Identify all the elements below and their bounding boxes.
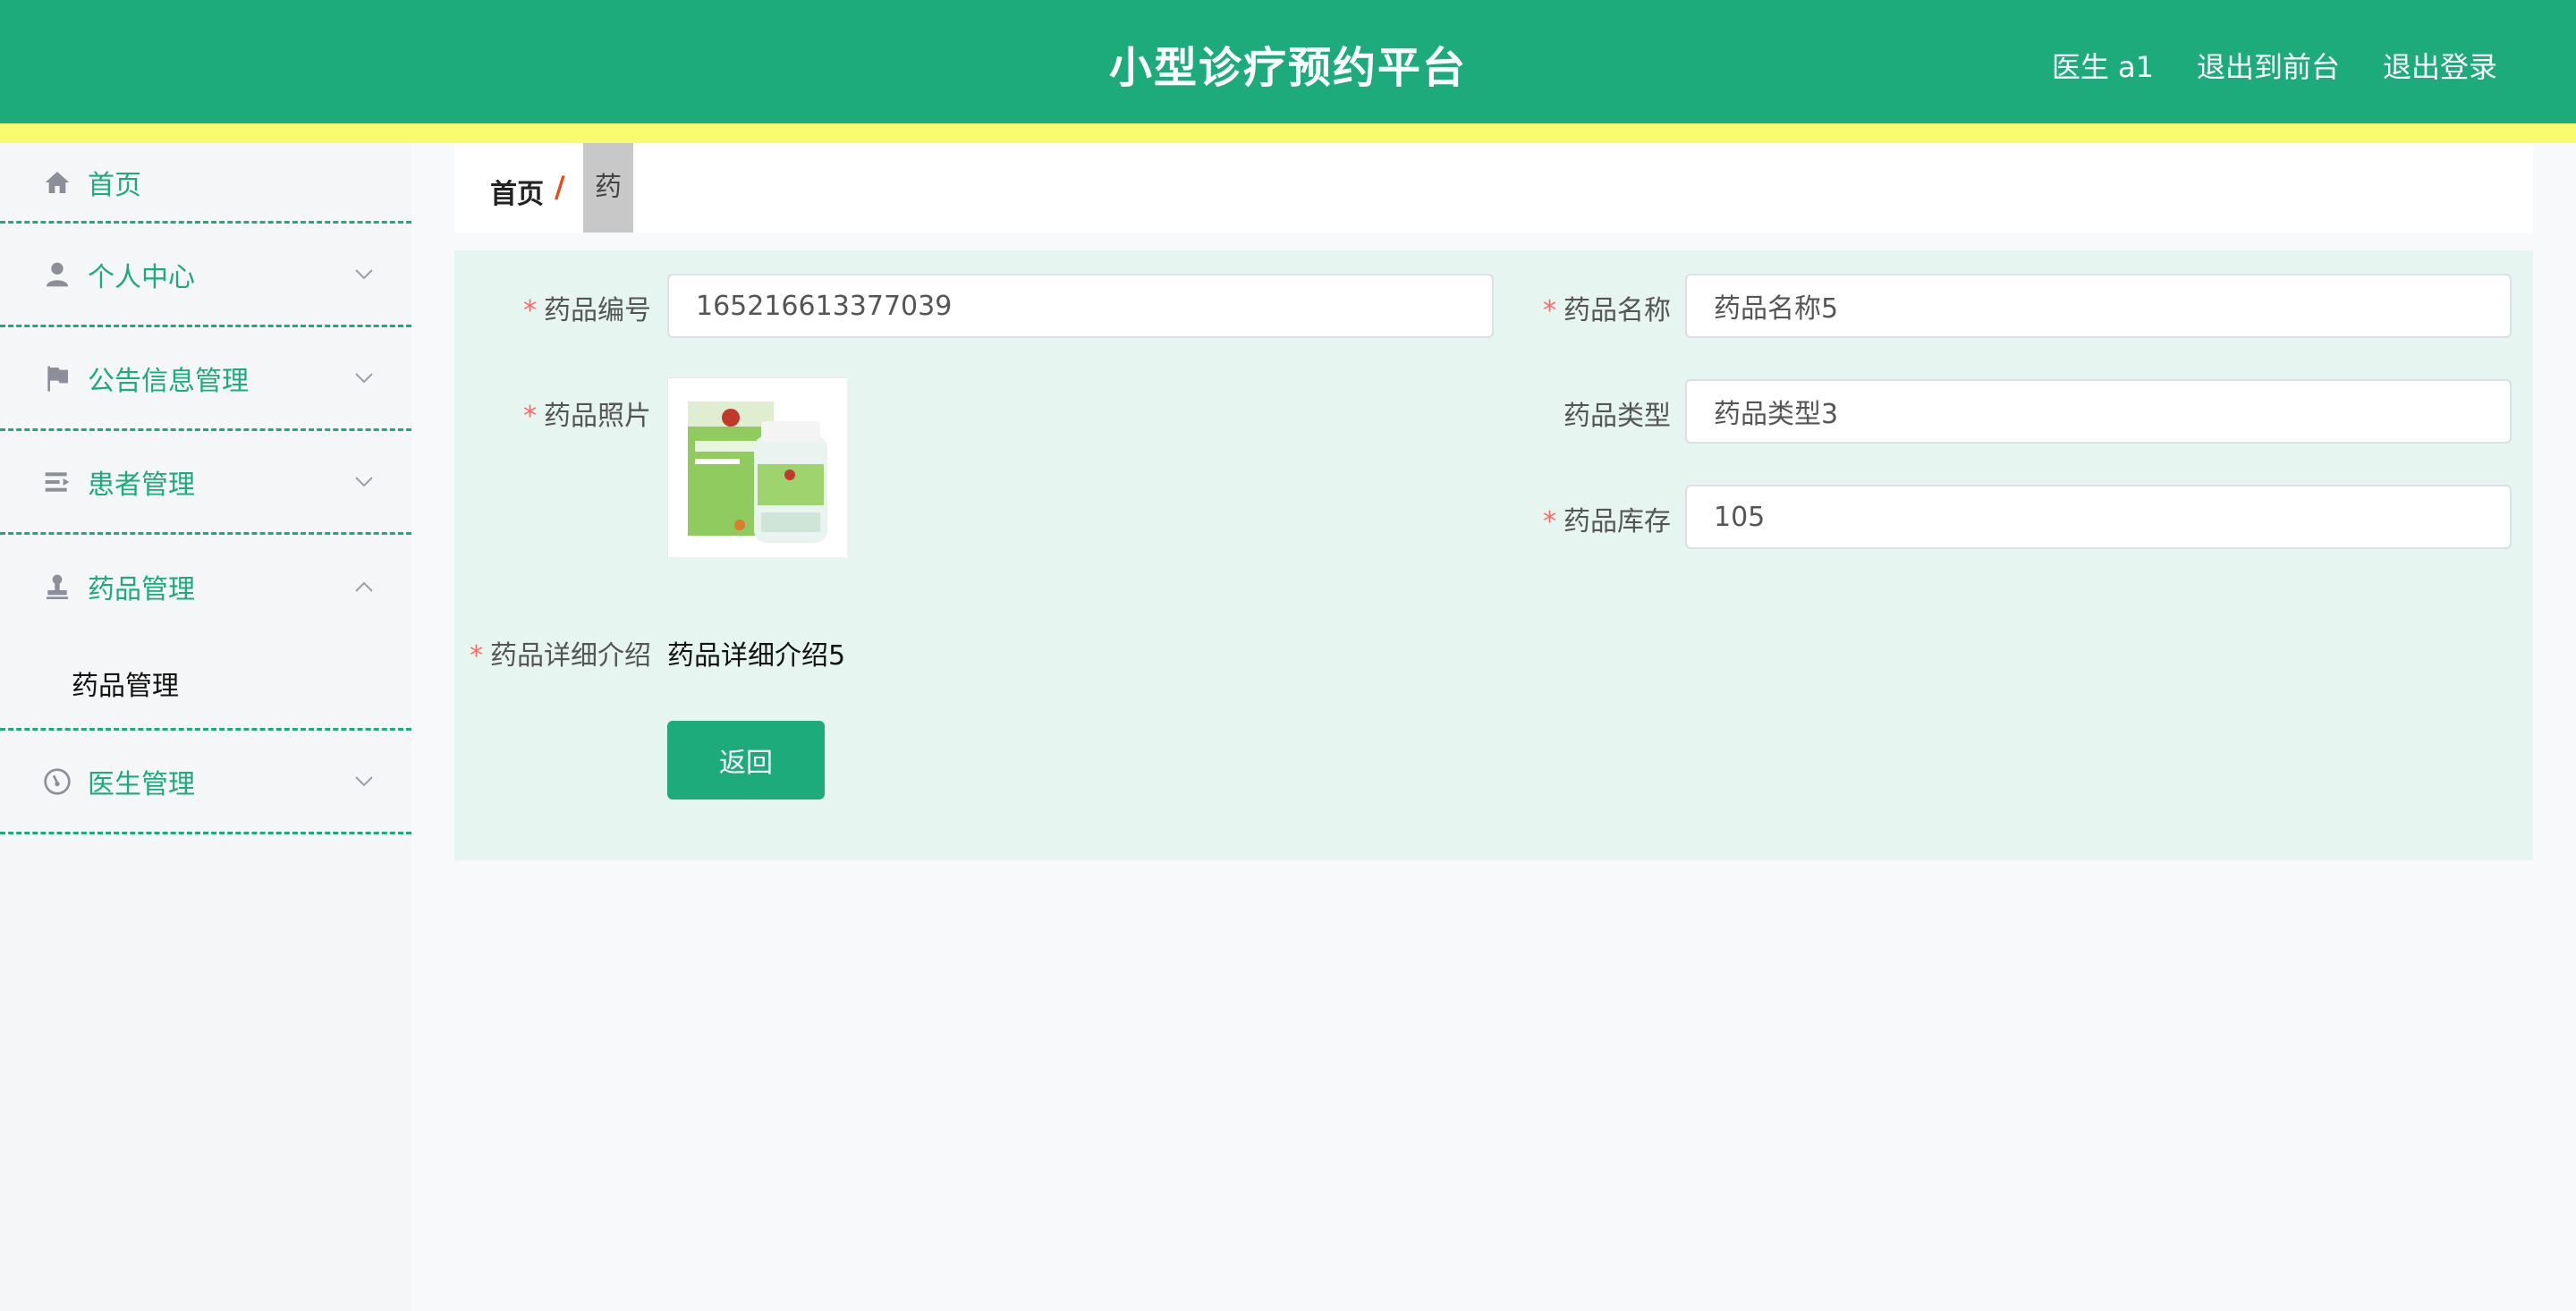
medicine-photo[interactable]	[667, 377, 847, 557]
required-mark: *	[470, 640, 483, 672]
medicine-stock-field[interactable]	[1685, 485, 2512, 549]
sidebar-item-label: 个人中心	[88, 261, 195, 293]
home-icon	[45, 171, 70, 193]
required-mark: *	[1543, 506, 1556, 537]
chevron-down-icon	[355, 268, 373, 279]
sidebar-item-medicine[interactable]: 药品管理	[0, 535, 411, 639]
chevron-down-icon	[355, 775, 373, 786]
sidebar-item-label: 患者管理	[88, 469, 195, 501]
chevron-down-icon	[355, 372, 373, 383]
medicine-product-image	[668, 378, 847, 557]
chevron-down-icon	[355, 476, 373, 486]
user-icon	[47, 262, 68, 286]
sidebar: 首页 个人中心 公告信息管理 患者管理 药品管理 药品管理 医生管理	[0, 143, 411, 1311]
medicine-photo-label: * 药品照片	[523, 401, 651, 432]
sidebar-item-profile[interactable]: 个人中心	[0, 224, 411, 327]
medicine-name-label: * 药品名称	[1543, 295, 1671, 326]
sidebar-item-patients[interactable]: 患者管理	[0, 431, 411, 535]
stamp-icon	[47, 574, 68, 599]
header-stripe	[0, 123, 2576, 143]
medicine-code-label: * 药品编号	[523, 295, 651, 326]
required-mark: *	[523, 401, 537, 432]
sidebar-group-medicine: 药品管理 药品管理	[0, 535, 411, 731]
sidebar-item-label: 医生管理	[88, 768, 195, 800]
sidebar-item-home[interactable]: 首页	[0, 143, 411, 224]
chevron-up-icon	[355, 581, 373, 592]
current-user-link[interactable]: 医生 a1	[2052, 45, 2154, 86]
medicine-type-label: 药品类型	[1563, 401, 1671, 432]
medicine-code-field[interactable]	[667, 274, 1494, 338]
medicine-detail-value: 药品详细介绍5	[667, 640, 846, 672]
breadcrumb: 首页 / 药品	[454, 143, 2533, 292]
required-mark: *	[1543, 295, 1556, 326]
medicine-detail-form: *药品编号 *药品名称 *药品照片 药品类型 *药品库存 *药品详细介绍	[454, 250, 2533, 860]
medicine-detail-label: * 药品详细介绍	[470, 640, 651, 672]
required-mark: *	[523, 295, 537, 326]
medicine-name-field[interactable]	[1685, 274, 2512, 338]
sidebar-item-label: 首页	[88, 169, 141, 201]
flag-icon	[47, 366, 68, 392]
top-header: 小型诊疗预约平台 医生 a1 退出到前台 退出登录	[0, 0, 2576, 123]
sidebar-item-label: 药品管理	[88, 574, 195, 605]
logout-link[interactable]: 退出登录	[2383, 45, 2497, 86]
breadcrumb-home[interactable]: 首页	[490, 172, 544, 211]
exit-to-frontend-link[interactable]: 退出到前台	[2197, 45, 2340, 86]
sidebar-subitem-medicine-manage[interactable]: 药品管理	[0, 639, 411, 728]
sidebar-item-label: 公告信息管理	[88, 365, 249, 397]
medicine-type-field[interactable]	[1685, 379, 2512, 444]
gauge-icon	[44, 767, 71, 795]
list-icon	[45, 471, 70, 492]
top-links: 医生 a1 退出到前台 退出登录	[2052, 45, 2497, 86]
sidebar-item-doctors[interactable]: 医生管理	[0, 731, 411, 834]
breadcrumb-current: 药品	[583, 143, 633, 292]
breadcrumb-separator: /	[555, 170, 565, 204]
back-button[interactable]: 返回	[667, 721, 825, 799]
sidebar-item-notices[interactable]: 公告信息管理	[0, 327, 411, 431]
medicine-stock-label: * 药品库存	[1543, 506, 1671, 537]
